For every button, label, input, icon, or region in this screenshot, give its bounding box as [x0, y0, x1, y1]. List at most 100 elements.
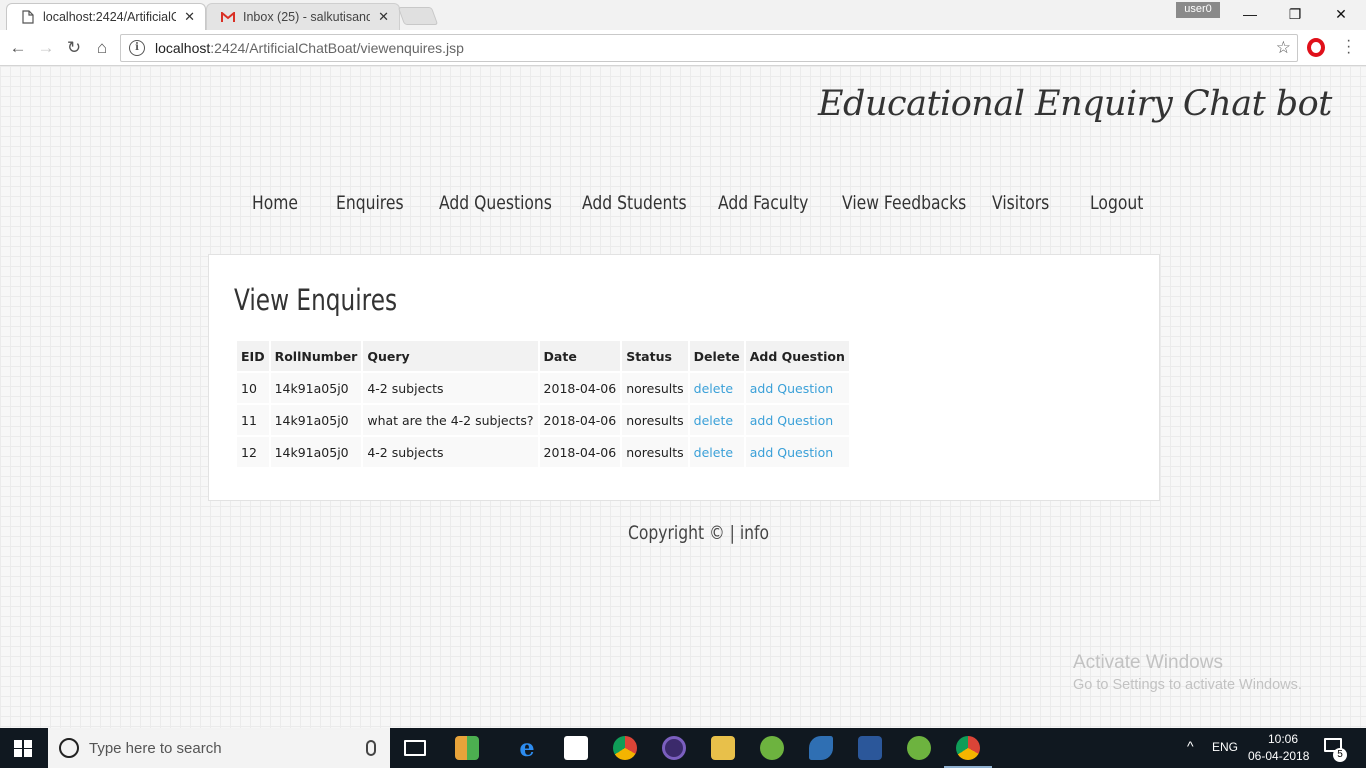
- profile-badge[interactable]: user0: [1176, 2, 1220, 18]
- edge-icon[interactable]: e: [515, 736, 539, 760]
- add-question-link[interactable]: add Question: [750, 381, 833, 396]
- close-tab-icon[interactable]: ✕: [378, 9, 389, 25]
- gmail-icon: [221, 10, 235, 24]
- mysql-icon[interactable]: [809, 736, 833, 760]
- browser-tabstrip: localhost:2424/ArtificialC ✕ Inbox (25) …: [0, 0, 1366, 30]
- tab-gmail-inbox[interactable]: Inbox (25) - salkutisande ✕: [206, 3, 400, 30]
- site-info-icon[interactable]: i: [129, 40, 145, 56]
- page: Educational Enquiry Chat bot Home Enquir…: [0, 66, 1366, 728]
- enquiries-panel: View Enquires EID RollNumber Query Date …: [208, 254, 1160, 501]
- taskbar: Type here to search e ^ ENG 10:06 06-04-…: [0, 728, 1366, 768]
- close-tab-icon[interactable]: ✕: [184, 9, 195, 25]
- cell-date: 2018-04-06: [539, 373, 621, 403]
- copyright-text: Copyright ©: [628, 522, 725, 544]
- enquiries-table: EID RollNumber Query Date Status Delete …: [235, 339, 851, 469]
- cell-status: noresults: [622, 437, 688, 467]
- opera-extension-icon[interactable]: [1307, 38, 1325, 57]
- cell-date: 2018-04-06: [539, 405, 621, 435]
- cell-query: what are the 4-2 subjects?: [363, 405, 538, 435]
- header-add-question: Add Question: [745, 341, 849, 371]
- chrome-active-icon[interactable]: [956, 736, 980, 760]
- tab-title: localhost:2424/ArtificialC: [43, 10, 177, 24]
- header-rollnumber: RollNumber: [270, 341, 362, 371]
- back-icon[interactable]: ←: [6, 36, 30, 60]
- cell-date: 2018-04-06: [539, 437, 621, 467]
- add-question-link[interactable]: add Question: [750, 445, 833, 460]
- address-bar[interactable]: i localhost:2424/ArtificialChatBoat/view…: [120, 34, 1298, 62]
- close-window-icon[interactable]: ✕: [1330, 4, 1352, 24]
- eclipse-icon[interactable]: [662, 736, 686, 760]
- header-delete: Delete: [689, 341, 744, 371]
- language-indicator[interactable]: ENG: [1212, 740, 1238, 754]
- chrome-icon[interactable]: [613, 736, 637, 760]
- cell-rollnumber: 14k91a05j0: [270, 437, 362, 467]
- forward-icon[interactable]: →: [34, 36, 58, 60]
- add-question-link[interactable]: add Question: [750, 413, 833, 428]
- notification-count-badge: 5: [1333, 748, 1347, 762]
- microphone-icon[interactable]: [366, 740, 376, 756]
- nav-logout[interactable]: Logout: [1090, 192, 1143, 214]
- browser-menu-icon[interactable]: · · ·: [1346, 33, 1352, 61]
- reload-icon[interactable]: ↻: [62, 36, 86, 60]
- nav-add-students[interactable]: Add Students: [582, 192, 687, 214]
- header-eid: EID: [237, 341, 269, 371]
- cell-rollnumber: 14k91a05j0: [270, 373, 362, 403]
- delete-link[interactable]: delete: [694, 381, 733, 396]
- restore-icon[interactable]: ❐: [1284, 4, 1306, 24]
- delete-link[interactable]: delete: [694, 413, 733, 428]
- cell-eid: 11: [237, 405, 269, 435]
- table-row: 10 14k91a05j0 4-2 subjects 2018-04-06 no…: [237, 373, 849, 403]
- clock-time[interactable]: 10:06: [1263, 732, 1303, 746]
- clock-date[interactable]: 06-04-2018: [1248, 749, 1309, 763]
- activate-windows-watermark: Activate Windows Go to Settings to activ…: [1073, 652, 1302, 693]
- windows-start-icon[interactable]: [14, 740, 32, 757]
- browser-toolbar: ← → ↻ ⌂ i localhost:2424/ArtificialChatB…: [0, 30, 1366, 66]
- footer: Copyright © | info: [628, 522, 769, 544]
- site-title: Educational Enquiry Chat bot: [818, 84, 1332, 124]
- delete-link[interactable]: delete: [694, 445, 733, 460]
- watermark-subtitle: Go to Settings to activate Windows.: [1073, 677, 1302, 693]
- cell-query: 4-2 subjects: [363, 437, 538, 467]
- page-title: View Enquires: [234, 283, 398, 317]
- nav-add-questions[interactable]: Add Questions: [439, 192, 552, 214]
- url-text[interactable]: localhost:2424/ArtificialChatBoat/viewen…: [155, 40, 1276, 56]
- tab-viewenquires[interactable]: localhost:2424/ArtificialC ✕: [6, 3, 206, 30]
- watermark-title: Activate Windows: [1073, 652, 1223, 673]
- spring-tool-icon-2[interactable]: [907, 736, 931, 760]
- table-header-row: EID RollNumber Query Date Status Delete …: [237, 341, 849, 371]
- tab-title: Inbox (25) - salkutisande: [243, 10, 371, 24]
- cell-eid: 12: [237, 437, 269, 467]
- page-icon: [21, 10, 35, 24]
- info-link[interactable]: info: [740, 522, 769, 544]
- store-icon[interactable]: [564, 736, 588, 760]
- header-status: Status: [622, 341, 688, 371]
- table-row: 11 14k91a05j0 what are the 4-2 subjects?…: [237, 405, 849, 435]
- nav-view-feedbacks[interactable]: View Feedbacks: [842, 192, 966, 214]
- cell-rollnumber: 14k91a05j0: [270, 405, 362, 435]
- search-placeholder: Type here to search: [89, 739, 222, 757]
- word-icon[interactable]: [858, 736, 882, 760]
- cell-status: noresults: [622, 373, 688, 403]
- header-date: Date: [539, 341, 621, 371]
- nav-enquires[interactable]: Enquires: [336, 192, 404, 214]
- new-tab-button[interactable]: [397, 7, 439, 25]
- header-query: Query: [363, 341, 538, 371]
- cell-query: 4-2 subjects: [363, 373, 538, 403]
- cell-status: noresults: [622, 405, 688, 435]
- taskbar-search[interactable]: Type here to search: [48, 728, 390, 768]
- minimize-icon[interactable]: —: [1239, 4, 1261, 24]
- task-view-icon[interactable]: [404, 740, 426, 756]
- nav-visitors[interactable]: Visitors: [992, 192, 1049, 214]
- chevron-up-icon[interactable]: ^: [1187, 738, 1194, 754]
- spring-tool-icon[interactable]: [760, 736, 784, 760]
- cortana-icon[interactable]: [59, 738, 79, 758]
- nav-add-faculty[interactable]: Add Faculty: [718, 192, 808, 214]
- footer-separator: |: [729, 522, 735, 544]
- file-explorer-icon[interactable]: [711, 736, 735, 760]
- store-tiles-icon[interactable]: [455, 736, 479, 760]
- nav-home[interactable]: Home: [252, 192, 298, 214]
- bookmark-star-icon[interactable]: ☆: [1276, 38, 1291, 58]
- home-icon[interactable]: ⌂: [90, 36, 114, 60]
- table-row: 12 14k91a05j0 4-2 subjects 2018-04-06 no…: [237, 437, 849, 467]
- cell-eid: 10: [237, 373, 269, 403]
